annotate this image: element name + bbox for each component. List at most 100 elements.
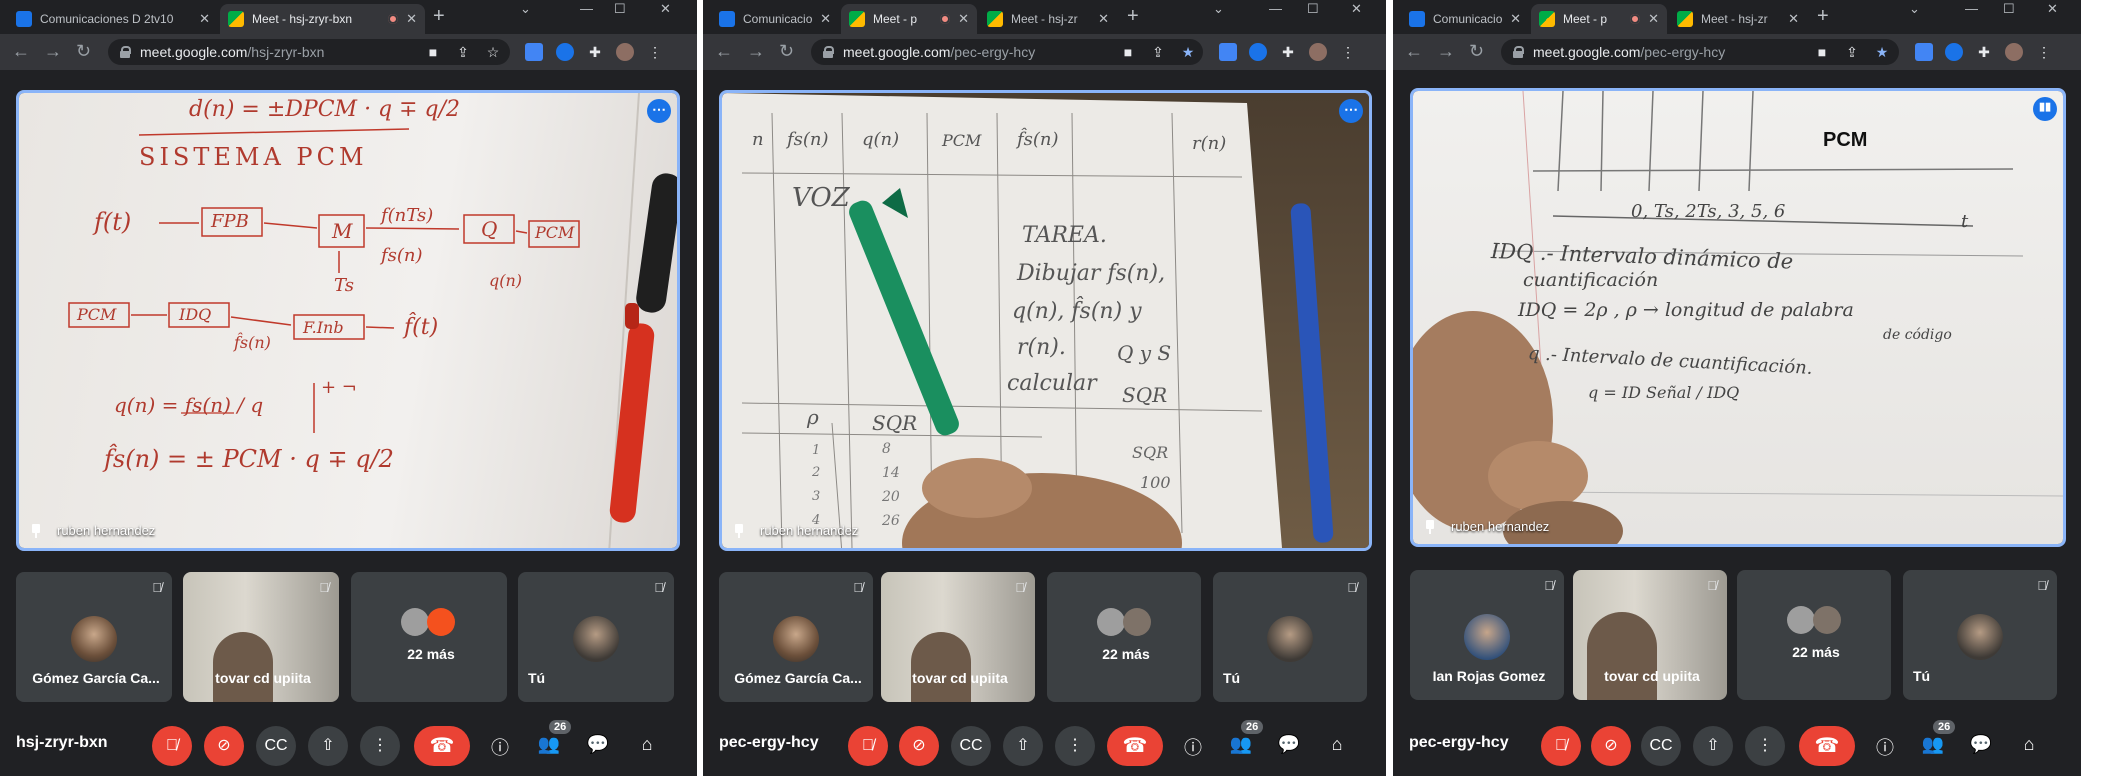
camera-in-use-icon[interactable]: ■ xyxy=(424,43,442,61)
leave-call-button[interactable]: ☎ xyxy=(1799,726,1855,766)
info-icon[interactable]: ⓘ xyxy=(1181,734,1205,760)
camera-toggle-button[interactable]: ⊘ xyxy=(1591,726,1631,766)
close-window-button[interactable]: ✕ xyxy=(660,1,671,17)
leave-call-button[interactable]: ☎ xyxy=(414,726,470,766)
people-icon[interactable]: 👥 xyxy=(537,734,561,755)
close-tab-icon[interactable]: ✕ xyxy=(1788,11,1799,27)
chrome-menu-icon[interactable]: ⋮ xyxy=(2035,43,2053,61)
mic-toggle-button[interactable]: 🎙̸ xyxy=(152,726,192,766)
chat-icon[interactable]: 💬 xyxy=(1969,734,1993,755)
main-video[interactable]: n fs(n) q(n) PCM f̂s(n) r(n) VOZ TAREA. … xyxy=(719,90,1372,551)
mic-toggle-button[interactable]: 🎙̸ xyxy=(848,726,888,766)
translate-extension-icon[interactable] xyxy=(1219,43,1237,61)
bookmark-star-icon[interactable]: ☆ xyxy=(484,43,502,61)
tab-comunicaciones[interactable]: Comunicacio ✕ xyxy=(1401,4,1529,34)
leave-call-button[interactable]: ☎ xyxy=(1107,726,1163,766)
chrome-menu-icon[interactable]: ⋮ xyxy=(1339,43,1357,61)
maximize-button[interactable]: ☐ xyxy=(2003,1,2015,17)
close-tab-icon[interactable]: ✕ xyxy=(820,11,831,27)
share-icon[interactable]: ⇪ xyxy=(454,43,472,61)
captions-button[interactable]: CC xyxy=(951,726,991,766)
minimize-button[interactable]: — xyxy=(580,1,593,16)
more-options-button[interactable]: ⋮ xyxy=(1745,726,1785,766)
back-button[interactable]: ← xyxy=(1405,42,1423,60)
more-options-icon[interactable]: ⋯ xyxy=(1339,99,1363,123)
participant-tile-more[interactable]: 22 más xyxy=(351,572,507,702)
participant-tile[interactable]: 🎙̸ tovar cd upiita xyxy=(1573,570,1727,700)
close-tab-icon[interactable]: ✕ xyxy=(1098,11,1109,27)
back-button[interactable]: ← xyxy=(715,42,733,60)
extensions-puzzle-icon[interactable]: ✚ xyxy=(586,43,604,61)
close-tab-icon[interactable]: ✕ xyxy=(1510,11,1521,27)
extensions-puzzle-icon[interactable]: ✚ xyxy=(1279,43,1297,61)
maximize-button[interactable]: ☐ xyxy=(1307,1,1319,17)
chat-icon[interactable]: 💬 xyxy=(1277,734,1301,755)
tab-search-icon[interactable]: ⌄ xyxy=(1909,1,1920,17)
extension-icon[interactable] xyxy=(556,43,574,61)
bookmark-star-icon[interactable]: ★ xyxy=(1873,43,1891,61)
tab-meet-hsj[interactable]: Meet - hsj-zr ✕ xyxy=(1669,4,1807,34)
share-icon[interactable]: ⇪ xyxy=(1149,43,1167,61)
share-icon[interactable]: ⇪ xyxy=(1843,43,1861,61)
camera-toggle-button[interactable]: ⊘ xyxy=(204,726,244,766)
present-button[interactable]: ⇧ xyxy=(1693,726,1733,766)
tab-comunicaciones[interactable]: Comunicacio ✕ xyxy=(711,4,839,34)
forward-button[interactable]: → xyxy=(747,42,765,60)
tab-meet-pec[interactable]: Meet - p ✕ xyxy=(841,4,977,34)
extension-icon[interactable] xyxy=(1945,43,1963,61)
pin-icon[interactable] xyxy=(1423,519,1437,534)
address-bar[interactable]: meet.google.com/hsj-zryr-bxn xyxy=(108,39,510,65)
captions-button[interactable]: CC xyxy=(256,726,296,766)
tab-search-icon[interactable]: ⌄ xyxy=(520,1,531,17)
reload-button[interactable]: ↻ xyxy=(779,42,794,60)
new-tab-button[interactable]: + xyxy=(1817,5,1829,28)
camera-in-use-icon[interactable]: ■ xyxy=(1119,43,1137,61)
participant-tile[interactable]: 🎙̸ tovar cd upiita xyxy=(881,572,1035,702)
people-icon[interactable]: 👥 xyxy=(1921,734,1945,755)
tab-search-icon[interactable]: ⌄ xyxy=(1213,1,1224,17)
people-icon[interactable]: 👥 xyxy=(1229,734,1253,755)
pin-icon[interactable] xyxy=(29,523,43,538)
tab-meet-hsj[interactable]: Meet - hsj-zryr-bxn ✕ xyxy=(220,4,425,34)
new-tab-button[interactable]: + xyxy=(433,5,445,28)
participant-tile[interactable]: 🎙̸ Gómez García Ca... xyxy=(16,572,172,702)
close-window-button[interactable]: ✕ xyxy=(1351,1,1362,17)
close-window-button[interactable]: ✕ xyxy=(2047,1,2058,17)
profile-avatar[interactable] xyxy=(2005,43,2023,61)
participant-tile[interactable]: 🎙̸ Ian Rojas Gomez xyxy=(1410,570,1564,700)
back-button[interactable]: ← xyxy=(12,42,30,60)
participant-tile-more[interactable]: 22 más xyxy=(1737,570,1891,700)
minimize-button[interactable]: — xyxy=(1965,1,1978,16)
mic-toggle-button[interactable]: 🎙̸ xyxy=(1541,726,1581,766)
more-options-icon[interactable]: ⋯ xyxy=(647,99,671,123)
address-bar[interactable]: meet.google.com/pec-ergy-hcy xyxy=(811,39,1203,65)
camera-in-use-icon[interactable]: ■ xyxy=(1813,43,1831,61)
close-tab-icon[interactable]: ✕ xyxy=(199,11,210,27)
chat-icon[interactable]: 💬 xyxy=(586,734,610,755)
extensions-puzzle-icon[interactable]: ✚ xyxy=(1975,43,1993,61)
new-tab-button[interactable]: + xyxy=(1127,5,1139,28)
self-tile[interactable]: 🎙̸ Tú xyxy=(1903,570,2057,700)
translate-extension-icon[interactable] xyxy=(525,43,543,61)
close-tab-icon[interactable]: ✕ xyxy=(406,11,417,27)
self-tile[interactable]: 🎙̸ Tú xyxy=(518,572,674,702)
forward-button[interactable]: → xyxy=(44,42,62,60)
tab-comunicaciones[interactable]: Comunicaciones D 2tv10 ✕ xyxy=(8,4,218,34)
chrome-menu-icon[interactable]: ⋮ xyxy=(646,43,664,61)
activities-icon[interactable]: ⌂ xyxy=(1325,734,1349,755)
close-tab-icon[interactable]: ✕ xyxy=(958,11,969,27)
info-icon[interactable]: ⓘ xyxy=(1873,734,1897,760)
tab-meet-hsj[interactable]: Meet - hsj-zr ✕ xyxy=(979,4,1117,34)
extension-icon[interactable] xyxy=(1249,43,1267,61)
main-video[interactable]: d(n) = ±DPCM · q ∓ q/2 SISTEMA PCM f(t) … xyxy=(16,90,680,551)
address-bar[interactable]: meet.google.com/pec-ergy-hcy xyxy=(1501,39,1899,65)
present-button[interactable]: ⇧ xyxy=(308,726,348,766)
pin-icon[interactable] xyxy=(732,523,746,538)
tab-meet-pec[interactable]: Meet - p ✕ xyxy=(1531,4,1667,34)
activities-icon[interactable]: ⌂ xyxy=(2017,734,2041,755)
minimize-button[interactable]: — xyxy=(1269,1,1282,16)
reload-button[interactable]: ↻ xyxy=(76,42,91,60)
reload-button[interactable]: ↻ xyxy=(1469,42,1484,60)
more-options-button[interactable]: ⋮ xyxy=(360,726,400,766)
captions-button[interactable]: CC xyxy=(1641,726,1681,766)
